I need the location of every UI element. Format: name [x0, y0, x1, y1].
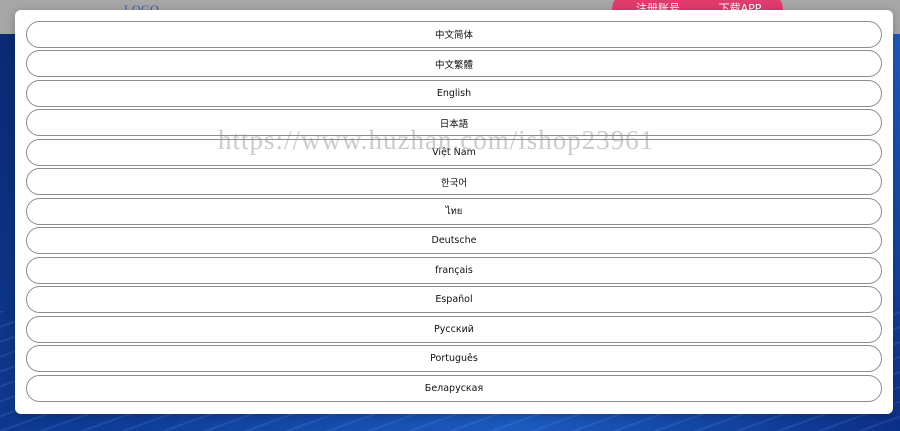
language-option-fr[interactable]: français [26, 256, 882, 284]
language-option-pt[interactable]: Português [26, 345, 882, 373]
language-select-modal: 中文简体 中文繁體 English 日本語 Việt Nam 한국어 ไทย D… [15, 10, 893, 414]
language-option-en[interactable]: English [26, 79, 882, 107]
language-option-zh-hant[interactable]: 中文繁體 [26, 50, 882, 78]
language-option-ko[interactable]: 한국어 [26, 168, 882, 196]
language-option-vi[interactable]: Việt Nam [26, 138, 882, 166]
language-option-zh-hans[interactable]: 中文简体 [26, 21, 882, 48]
language-option-ja[interactable]: 日本語 [26, 109, 882, 137]
language-list: 中文简体 中文繁體 English 日本語 Việt Nam 한국어 ไทย D… [26, 21, 882, 404]
language-option-th[interactable]: ไทย [26, 197, 882, 225]
language-option-es[interactable]: Español [26, 286, 882, 314]
language-option-ru[interactable]: Русский [26, 315, 882, 343]
language-option-be[interactable]: Беларуская [26, 374, 882, 402]
language-option-de[interactable]: Deutsche [26, 227, 882, 255]
